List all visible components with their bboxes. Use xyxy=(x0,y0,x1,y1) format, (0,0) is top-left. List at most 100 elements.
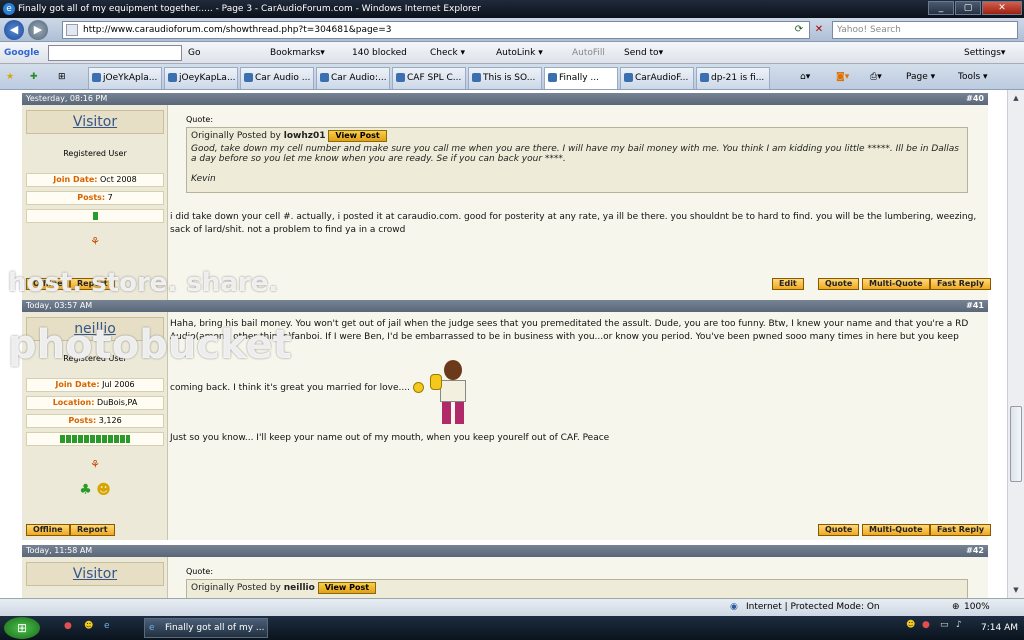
clock[interactable]: 7:14 AM xyxy=(981,620,1018,636)
join-date: Join Date: Oct 2008 xyxy=(26,173,164,187)
tray-smiley-icon[interactable]: ☻ xyxy=(906,620,915,630)
post-text: Just so you know... I'll keep your name … xyxy=(170,433,610,443)
quick-tabs-icon[interactable]: ⊞ xyxy=(58,69,66,85)
tab-4[interactable]: Car Audio:... xyxy=(316,67,390,89)
taskbar: ⊞ ● ☻ e e Finally got all of my ... ☻ ● … xyxy=(0,616,1024,640)
sendto-menu[interactable]: Send to▾ xyxy=(624,46,663,60)
tab-strip: ★ ✚ ⊞ jOeYkApla... jOeyKapLa... Car Audi… xyxy=(0,64,1024,90)
google-toolbar: Google Go Bookmarks▾ 140 blocked Check ▾… xyxy=(0,42,1024,64)
zoom-icon: ⊕ xyxy=(952,602,960,612)
security-zone[interactable]: Internet | Protected Mode: On xyxy=(746,599,880,616)
fast-reply-button[interactable]: Fast Reply xyxy=(930,524,992,536)
feeds-icon[interactable]: ◙▾ xyxy=(836,69,849,85)
refresh-icon[interactable]: ⟳ xyxy=(790,21,808,39)
add-favorite-icon[interactable]: ✚ xyxy=(30,69,38,85)
zoom-level[interactable]: 100% xyxy=(964,599,990,616)
multi-quote-button[interactable]: Multi-Quote xyxy=(862,278,930,290)
add-reputation-icon[interactable]: ⚘ xyxy=(22,458,168,471)
forward-button[interactable]: ▶ xyxy=(28,20,48,40)
thumbs-up-character-icon xyxy=(430,360,480,430)
user-title: Registered User xyxy=(63,149,127,158)
clover-icon: ♣ ☻ xyxy=(79,482,111,498)
post-number[interactable]: #42 xyxy=(966,545,984,557)
autofill-button[interactable]: AutoFill xyxy=(572,46,605,60)
quote-button[interactable]: Quote xyxy=(818,278,860,290)
ie-icon: e xyxy=(3,3,15,15)
tab-2[interactable]: jOeyKapLa... xyxy=(164,67,238,89)
url-input[interactable]: http://www.caraudioforum.com/showthread.… xyxy=(62,21,810,39)
quote-button[interactable]: Quote xyxy=(818,524,860,536)
page-icon xyxy=(66,24,78,36)
tab-9[interactable]: dp-21 is fi... xyxy=(696,67,770,89)
fast-reply-button[interactable]: Fast Reply xyxy=(930,278,992,290)
quicklaunch-icon[interactable]: ● xyxy=(64,621,72,631)
stop-icon[interactable]: ✕ xyxy=(810,21,828,39)
tab-1[interactable]: jOeYkApla... xyxy=(88,67,162,89)
search-input[interactable]: Yahoo! Search xyxy=(832,21,1018,39)
page-content: Yesterday, 08:16 PM #40 Visitor Register… xyxy=(0,90,1007,598)
popup-blocked[interactable]: 140 blocked xyxy=(352,46,407,60)
tab-5[interactable]: CAF SPL C... xyxy=(392,67,466,89)
page-menu[interactable]: Page ▾ xyxy=(906,69,935,85)
smiley-icon xyxy=(412,382,424,393)
favorites-star-icon[interactable]: ★ xyxy=(6,69,14,85)
post-number[interactable]: #40 xyxy=(966,93,984,105)
tray-icon[interactable]: ● xyxy=(922,620,930,630)
close-button[interactable]: ✕ xyxy=(982,1,1022,15)
multi-quote-button[interactable]: Multi-Quote xyxy=(862,524,930,536)
google-go-button[interactable]: Go xyxy=(188,46,200,60)
post-body: Quote: Originally Posted by neillio View… xyxy=(168,557,988,598)
address-bar: ◀ ▶ http://www.caraudioforum.com/showthr… xyxy=(0,18,1024,42)
google-logo: Google xyxy=(4,48,40,58)
tray-volume-icon[interactable]: ♪ xyxy=(956,620,962,630)
tab-8[interactable]: CarAudioF... xyxy=(620,67,694,89)
post-text: Haha, bring his bail money. You won't ge… xyxy=(170,319,969,342)
post-number[interactable]: #41 xyxy=(966,300,984,312)
back-button[interactable]: ◀ xyxy=(4,20,24,40)
tray-network-icon[interactable]: ▭ xyxy=(940,620,949,630)
offline-button[interactable]: Offline xyxy=(26,524,70,536)
minimize-button[interactable]: _ xyxy=(928,1,954,15)
username-link[interactable]: Visitor xyxy=(26,110,164,134)
post-count: Posts: 7 xyxy=(26,191,164,205)
tools-menu[interactable]: Tools ▾ xyxy=(958,69,988,85)
tab-6[interactable]: This is SO... xyxy=(468,67,542,89)
start-button[interactable]: ⊞ xyxy=(4,617,40,639)
bookmarks-menu[interactable]: Bookmarks▾ xyxy=(270,46,325,60)
tab-3[interactable]: Car Audio ... xyxy=(240,67,314,89)
post-header: Today, 11:58 AM #42 xyxy=(22,545,988,557)
scroll-down-icon[interactable]: ▼ xyxy=(1010,584,1022,596)
scroll-thumb[interactable] xyxy=(1010,406,1022,482)
settings-menu[interactable]: Settings▾ xyxy=(964,46,1005,60)
vertical-scrollbar[interactable]: ▲ ▼ xyxy=(1007,90,1024,598)
edit-button[interactable]: Edit xyxy=(772,278,804,290)
post-date: Today, 03:57 AM xyxy=(26,301,93,310)
taskbar-window-button[interactable]: e Finally got all of my ... xyxy=(144,618,268,638)
home-icon[interactable]: ⌂▾ xyxy=(800,69,810,85)
post-count: Posts: 3,126 xyxy=(26,414,164,428)
report-button[interactable]: Report xyxy=(70,524,115,536)
quote-author[interactable]: neillio xyxy=(284,583,315,593)
quote-block: Originally Posted by lowhz01 View Post G… xyxy=(186,127,968,193)
scroll-up-icon[interactable]: ▲ xyxy=(1010,92,1022,104)
quote-label: Quote: xyxy=(186,115,214,124)
view-post-button[interactable]: View Post xyxy=(317,582,377,594)
quicklaunch-smiley-icon[interactable]: ☻ xyxy=(84,621,93,631)
watermark-logo: photobucket xyxy=(8,322,292,368)
spellcheck-menu[interactable]: Check ▾ xyxy=(430,46,465,60)
window-titlebar: e Finally got all of my equipment togeth… xyxy=(0,0,1024,18)
google-search-input[interactable] xyxy=(48,45,182,61)
join-date: Join Date: Jul 2006 xyxy=(26,378,164,392)
quicklaunch-ie-icon[interactable]: e xyxy=(104,621,110,631)
username-link[interactable]: Visitor xyxy=(26,562,164,586)
view-post-button[interactable]: View Post xyxy=(328,130,387,142)
autolink-menu[interactable]: AutoLink ▾ xyxy=(496,46,543,60)
print-icon[interactable]: ⎙▾ xyxy=(870,69,882,85)
maximize-button[interactable]: ▢ xyxy=(955,1,981,15)
add-reputation-icon[interactable]: ⚘ xyxy=(22,235,168,248)
tab-7-active[interactable]: Finally ... xyxy=(544,67,618,89)
post-header: Today, 03:57 AM #41 xyxy=(22,300,988,312)
status-bar: ◉ Internet | Protected Mode: On ⊕ 100% xyxy=(0,598,1024,616)
post-text: i did take down your cell #. actually, i… xyxy=(170,212,977,235)
quote-author[interactable]: lowhz01 xyxy=(284,131,326,141)
